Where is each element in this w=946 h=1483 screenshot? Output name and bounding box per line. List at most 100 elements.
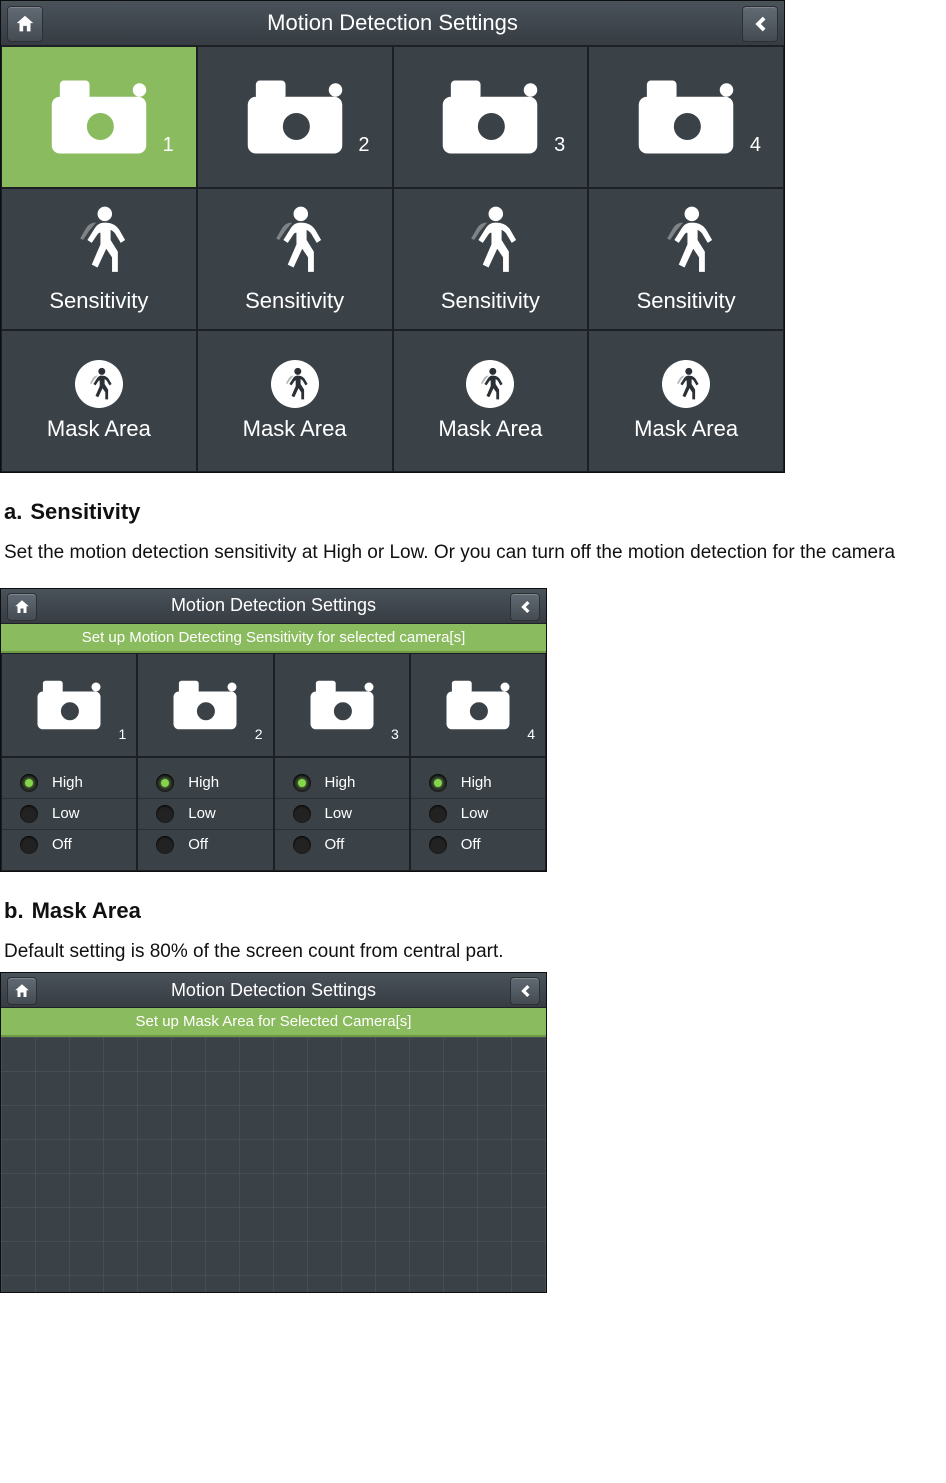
pedestrian-icon [657, 205, 715, 280]
home-button[interactable] [7, 6, 43, 42]
radio-low[interactable]: Low [2, 799, 136, 830]
section-b-title: Mask Area [32, 898, 141, 923]
mask-tile-2[interactable]: Mask Area [197, 330, 393, 472]
camera-icon [52, 81, 147, 154]
home-icon [13, 598, 31, 616]
camera-number: 3 [554, 134, 565, 157]
radio-high[interactable]: High [2, 768, 136, 799]
sensitivity-row: Sensitivity Sensitivity Sensitivity Sens… [1, 188, 784, 330]
radio-label: Low [461, 805, 489, 822]
home-icon [13, 982, 31, 1000]
radio-high[interactable]: High [411, 768, 545, 799]
camera-icon [247, 81, 342, 154]
camera-tile-3[interactable]: 3 [274, 653, 410, 757]
mask-tile-4[interactable]: Mask Area [588, 330, 784, 472]
radio-label: Off [188, 836, 208, 853]
back-icon [516, 982, 534, 1000]
radio-off[interactable]: Off [411, 830, 545, 860]
sensitivity-tile-4[interactable]: Sensitivity [588, 188, 784, 330]
sensitivity-col-2: High Low Off [137, 757, 273, 871]
mask-label: Mask Area [243, 416, 347, 442]
radio-label: High [461, 774, 492, 791]
radio-off[interactable]: Off [2, 830, 136, 860]
camera-tile-3[interactable]: 3 [393, 46, 589, 188]
mask-label: Mask Area [634, 416, 738, 442]
radio-high[interactable]: High [138, 768, 272, 799]
mask-icon [662, 360, 710, 408]
camera-tile-4[interactable]: 4 [588, 46, 784, 188]
camera-tile-4[interactable]: 4 [410, 653, 546, 757]
radio-label: Off [52, 836, 72, 853]
back-button[interactable] [510, 593, 540, 621]
camera-number: 1 [118, 726, 126, 742]
mask-tile-1[interactable]: Mask Area [1, 330, 197, 472]
radio-dot-icon [156, 774, 174, 792]
pedestrian-icon [266, 205, 324, 280]
sensitivity-col-4: High Low Off [410, 757, 546, 871]
radio-off[interactable]: Off [138, 830, 272, 860]
radio-dot-icon [20, 805, 38, 823]
instruction-banner: Set up Mask Area for Selected Camera[s] [1, 1008, 546, 1037]
radio-dot-icon [293, 774, 311, 792]
mask-icon [466, 360, 514, 408]
sensitivity-tile-1[interactable]: Sensitivity [1, 188, 197, 330]
camera-number: 1 [163, 134, 174, 157]
titlebar: Motion Detection Settings [1, 1, 784, 46]
radio-high[interactable]: High [275, 768, 409, 799]
radio-dot-icon [293, 836, 311, 854]
camera-number: 2 [358, 134, 369, 157]
radio-dot-icon [20, 836, 38, 854]
radio-label: Low [325, 805, 353, 822]
camera-tile-2[interactable]: 2 [197, 46, 393, 188]
camera-tile-1[interactable]: 1 [1, 46, 197, 188]
radio-dot-icon [429, 805, 447, 823]
radio-low[interactable]: Low [138, 799, 272, 830]
home-button[interactable] [7, 593, 37, 621]
camera-row: 1 2 3 4 [1, 653, 546, 757]
camera-icon [174, 680, 237, 729]
camera-number: 4 [527, 726, 535, 742]
sensitivity-tile-2[interactable]: Sensitivity [197, 188, 393, 330]
back-button[interactable] [742, 6, 778, 42]
camera-tile-1[interactable]: 1 [1, 653, 137, 757]
home-button[interactable] [7, 977, 37, 1005]
title-text: Motion Detection Settings [267, 10, 518, 36]
motion-settings-main-screen: Motion Detection Settings 1 2 3 4 Sensit… [0, 0, 785, 473]
radio-label: Low [188, 805, 216, 822]
section-b-letter: b. [4, 898, 24, 923]
section-b-body: Default setting is 80% of the screen cou… [4, 938, 942, 967]
pedestrian-icon [70, 205, 128, 280]
radio-label: Low [52, 805, 80, 822]
sensitivity-tile-3[interactable]: Sensitivity [393, 188, 589, 330]
sensitivity-label: Sensitivity [441, 288, 540, 314]
mask-tile-3[interactable]: Mask Area [393, 330, 589, 472]
radio-dot-icon [20, 774, 38, 792]
camera-number: 2 [255, 726, 263, 742]
back-button[interactable] [510, 977, 540, 1005]
section-a-heading: a. Sensitivity [4, 499, 946, 525]
back-icon [516, 598, 534, 616]
radio-dot-icon [293, 805, 311, 823]
section-a-title: Sensitivity [30, 499, 140, 524]
section-a-body: Set the motion detection sensitivity at … [4, 539, 942, 568]
radio-label: High [325, 774, 356, 791]
radio-off[interactable]: Off [275, 830, 409, 860]
camera-number: 3 [391, 726, 399, 742]
radio-low[interactable]: Low [275, 799, 409, 830]
mask-area-screen: Motion Detection Settings Set up Mask Ar… [0, 972, 547, 1293]
camera-tile-2[interactable]: 2 [137, 653, 273, 757]
sensitivity-options: High Low Off High Low Off High Low Off H… [1, 757, 546, 871]
camera-number: 4 [750, 134, 761, 157]
radio-low[interactable]: Low [411, 799, 545, 830]
home-icon [14, 13, 36, 35]
mask-label: Mask Area [438, 416, 542, 442]
radio-label: High [52, 774, 83, 791]
camera-icon [639, 81, 734, 154]
mask-grid[interactable] [1, 1037, 546, 1292]
radio-dot-icon [156, 836, 174, 854]
title-text: Motion Detection Settings [171, 980, 376, 1001]
radio-label: High [188, 774, 219, 791]
pedestrian-icon [461, 205, 519, 280]
radio-dot-icon [156, 805, 174, 823]
section-a-letter: a. [4, 499, 22, 524]
